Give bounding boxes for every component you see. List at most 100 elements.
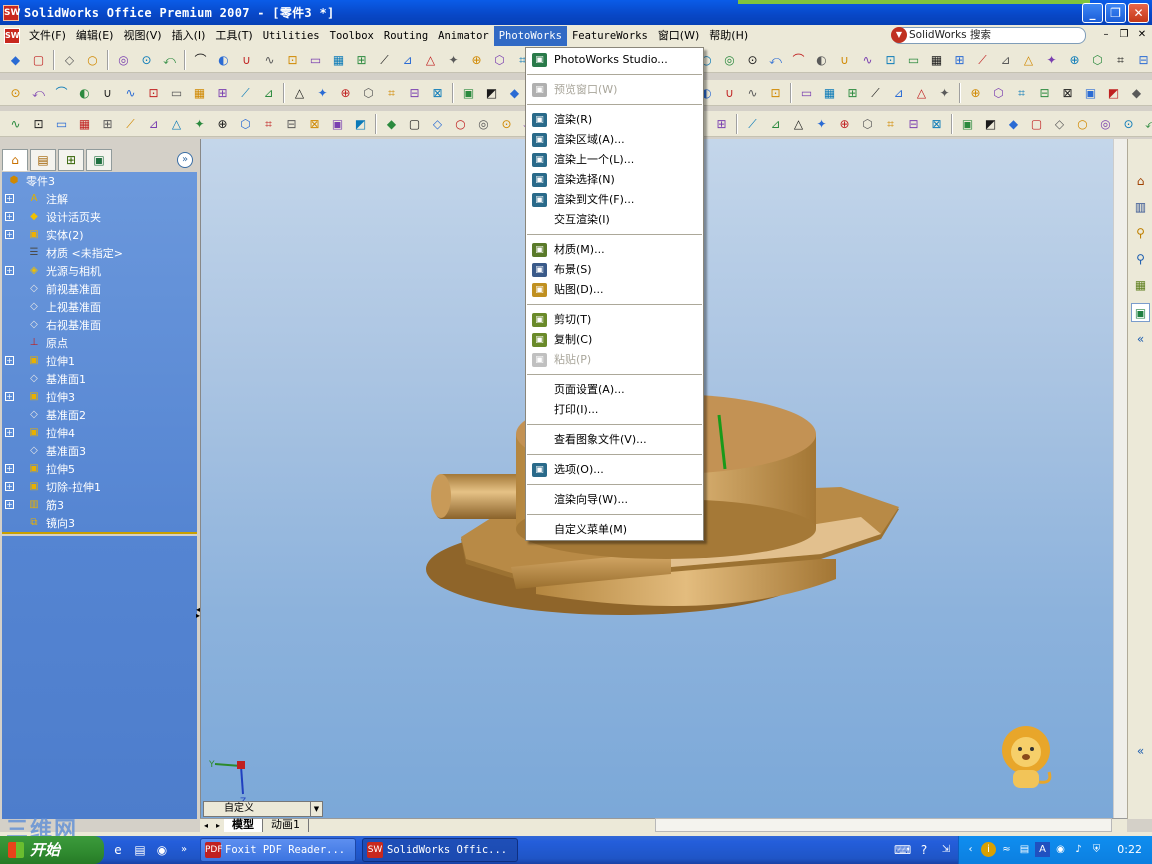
- toolbar-button-icon[interactable]: ∿: [261, 51, 279, 69]
- menu-item-26[interactable]: 渲染向导(W)...: [526, 490, 703, 510]
- toolbar-button-icon[interactable]: ◐: [215, 51, 233, 69]
- toolbar-button-icon[interactable]: △: [291, 84, 309, 102]
- toolbar-button-icon[interactable]: ⊙: [138, 51, 156, 69]
- toolbar-button-icon[interactable]: ⊟: [283, 115, 301, 133]
- tray-app-icon[interactable]: ▤: [1017, 842, 1032, 857]
- toolbar-button-icon[interactable]: ◎: [475, 115, 493, 133]
- menu-12[interactable]: 帮助(H): [704, 26, 753, 46]
- toolbar-button-icon[interactable]: ⊙: [744, 51, 762, 69]
- toolbar-button-icon[interactable]: ◩: [352, 115, 370, 133]
- toolbar-button-icon[interactable]: ⊠: [429, 84, 447, 102]
- vertical-scrollbar[interactable]: [1113, 139, 1127, 819]
- toolbar-button-icon[interactable]: △: [422, 51, 440, 69]
- toolbar-button-icon[interactable]: △: [913, 84, 931, 102]
- toolbar-button-icon[interactable]: ⌗: [260, 115, 278, 133]
- menu-9[interactable]: PhotoWorks: [493, 26, 567, 46]
- toolbar-button-icon[interactable]: ⊠: [306, 115, 324, 133]
- toolbar-button-icon[interactable]: ⌗: [1013, 84, 1031, 102]
- menu-item-9[interactable]: 交互渲染(I): [526, 210, 703, 230]
- toolbar-button-icon[interactable]: ▭: [168, 84, 186, 102]
- expand-toggle-icon[interactable]: +: [5, 230, 14, 239]
- toolbar-button-icon[interactable]: ◐: [813, 51, 831, 69]
- toolbar-button-icon[interactable]: ▦: [191, 84, 209, 102]
- toolbar-button-icon[interactable]: ⊙: [498, 115, 516, 133]
- toolbar-button-icon[interactable]: ∪: [238, 51, 256, 69]
- toolbar-button-icon[interactable]: ⊕: [214, 115, 232, 133]
- tree-item[interactable]: + ▣ 切除-拉伸1: [5, 478, 101, 495]
- tree-item[interactable]: + ▣ 拉伸5: [5, 460, 75, 477]
- toolbar-button-icon[interactable]: ⊿: [399, 51, 417, 69]
- toolbar-button-icon[interactable]: ▦: [76, 115, 94, 133]
- tree-item[interactable]: + ▣ 拉伸1: [5, 352, 75, 369]
- toolbar-button-icon[interactable]: ⊙: [1120, 115, 1138, 133]
- menu-7[interactable]: Routing: [379, 26, 433, 46]
- menu-item-22[interactable]: 查看图象文件(V)...: [526, 430, 703, 450]
- toolbar-button-icon[interactable]: ∪: [836, 51, 854, 69]
- toolbar-button-icon[interactable]: ⟋: [744, 115, 762, 133]
- menu-11[interactable]: 窗口(W): [653, 26, 704, 46]
- toolbar-button-icon[interactable]: ⬡: [237, 115, 255, 133]
- toolbar-button-icon[interactable]: ◎: [115, 51, 133, 69]
- toolbar-button-icon[interactable]: ⊕: [1066, 51, 1084, 69]
- notepad-icon[interactable]: ▤: [132, 842, 148, 858]
- toolbar-button-icon[interactable]: ⌗: [882, 115, 900, 133]
- toolbar-button-icon[interactable]: ⌗: [1112, 51, 1130, 69]
- toolbar-button-icon[interactable]: ▣: [329, 115, 347, 133]
- toolbar-button-icon[interactable]: ⊙: [7, 84, 25, 102]
- toolbar-button-icon[interactable]: ⌒: [790, 51, 808, 69]
- menu-item-0[interactable]: ▣ PhotoWorks Studio...: [526, 50, 703, 70]
- task-solidworks[interactable]: SW SolidWorks Offic...: [362, 838, 518, 862]
- menu-item-11[interactable]: ▣ 材质(M)...: [526, 240, 703, 260]
- toolbar-button-icon[interactable]: ◇: [1051, 115, 1069, 133]
- tree-item[interactable]: ◇ 上视基准面: [26, 298, 101, 315]
- toolbar-button-icon[interactable]: ∿: [744, 84, 762, 102]
- toolbar-button-icon[interactable]: ⟋: [237, 84, 255, 102]
- solidworks-resources-icon[interactable]: ⌂: [1131, 171, 1150, 190]
- toolbar-button-icon[interactable]: ⬡: [491, 51, 509, 69]
- toolbar-button-icon[interactable]: ⬡: [1089, 51, 1107, 69]
- expand-toggle-icon[interactable]: +: [5, 212, 14, 221]
- menu-item-19[interactable]: 页面设置(A)...: [526, 380, 703, 400]
- expand-panel-icon[interactable]: »: [177, 152, 193, 168]
- doc-restore-button[interactable]: ❐: [1116, 28, 1132, 43]
- menu-item-5[interactable]: ▣ 渲染区域(A)...: [526, 130, 703, 150]
- menu-4[interactable]: 工具(T): [210, 26, 257, 46]
- expand-toggle-icon[interactable]: +: [5, 500, 14, 509]
- toolbar-button-icon[interactable]: ▦: [330, 51, 348, 69]
- toolbar-button-icon[interactable]: ◩: [483, 84, 501, 102]
- tree-item[interactable]: ◇ 右视基准面: [26, 316, 101, 333]
- toolbar-button-icon[interactable]: ⬡: [990, 84, 1008, 102]
- toolbar-button-icon[interactable]: ⊡: [767, 84, 785, 102]
- photoworks-pane-icon[interactable]: ▣: [1131, 303, 1150, 322]
- toolbar-button-icon[interactable]: ⊿: [767, 115, 785, 133]
- toolbar-button-icon[interactable]: ◩: [1105, 84, 1123, 102]
- menu-10[interactable]: FeatureWorks: [567, 26, 653, 46]
- tray-network-icon[interactable]: ≈: [999, 842, 1014, 857]
- menu-item-28[interactable]: 自定义菜单(M): [526, 520, 703, 540]
- expand-toggle-icon[interactable]: +: [5, 428, 14, 437]
- menu-6[interactable]: Toolbox: [325, 26, 379, 46]
- restore-button[interactable]: ❐: [1105, 3, 1126, 23]
- tab-model[interactable]: 模型: [224, 819, 263, 832]
- toolbar-button-icon[interactable]: ⊿: [145, 115, 163, 133]
- menu-5[interactable]: Utilities: [258, 26, 325, 46]
- horizontal-scrollbar[interactable]: [655, 818, 1112, 832]
- toolbar-button-icon[interactable]: ⊕: [337, 84, 355, 102]
- language-bar-icon[interactable]: ⇲: [938, 842, 954, 858]
- menu-item-12[interactable]: ▣ 布景(S): [526, 260, 703, 280]
- search-pane-icon[interactable]: ⚲: [1131, 249, 1150, 268]
- menu-item-6[interactable]: ▣ 渲染上一个(L)...: [526, 150, 703, 170]
- tree-item[interactable]: + ▣ 实体(2): [5, 226, 84, 243]
- toolbar-button-icon[interactable]: ⤺: [161, 51, 179, 69]
- toolbar-button-icon[interactable]: ⊿: [997, 51, 1015, 69]
- toolbar-button-icon[interactable]: ◆: [506, 84, 524, 102]
- toolbar-button-icon[interactable]: ⊡: [30, 115, 48, 133]
- toolbar-button-icon[interactable]: ▭: [905, 51, 923, 69]
- toolbar-button-icon[interactable]: ⊞: [99, 115, 117, 133]
- tray-security-icon[interactable]: ⛨: [1089, 842, 1104, 857]
- tree-item[interactable]: + ◈ 光源与相机: [5, 262, 101, 279]
- toolbar-button-icon[interactable]: ⊡: [145, 84, 163, 102]
- toolbar-button-icon[interactable]: ◆: [7, 51, 25, 69]
- menu-item-8[interactable]: ▣ 渲染到文件(F)...: [526, 190, 703, 210]
- toolbar-button-icon[interactable]: ◩: [982, 115, 1000, 133]
